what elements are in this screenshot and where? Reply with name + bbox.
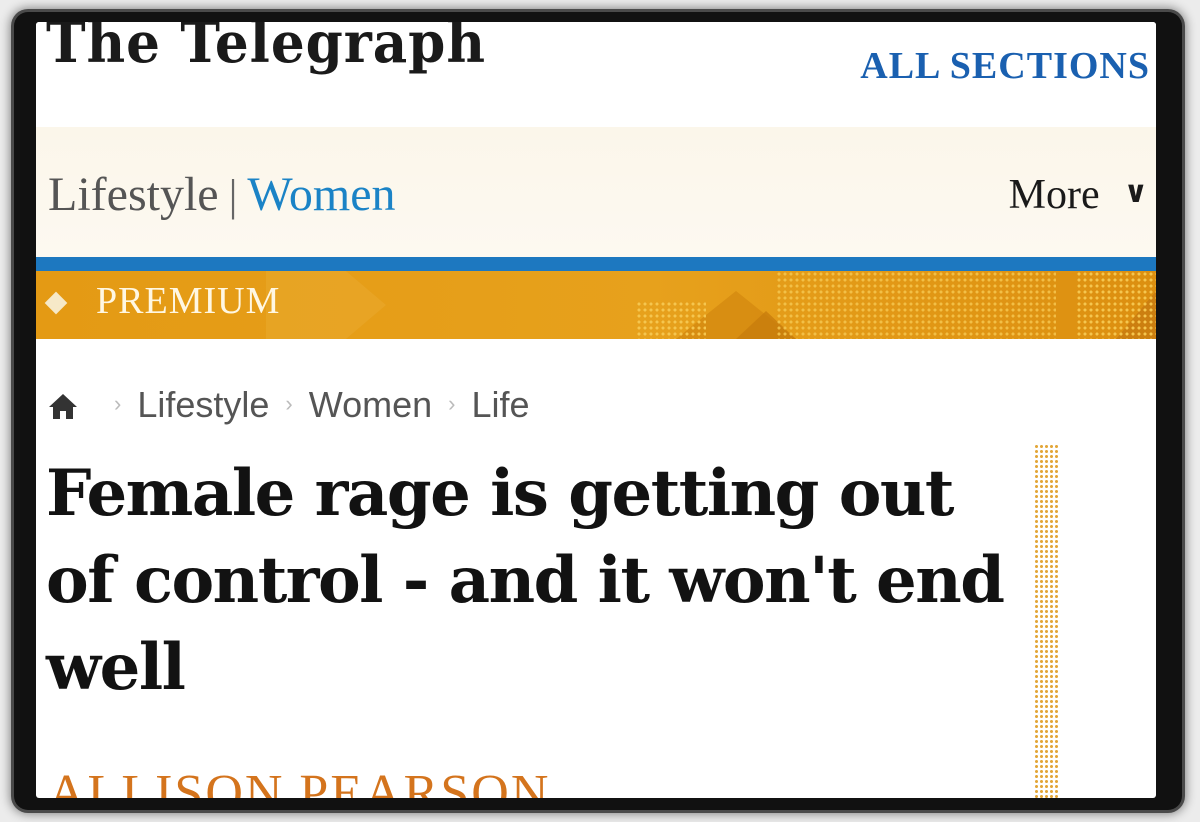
- decorative-dot-column: [1034, 444, 1060, 798]
- section-title: Lifestyle | Women: [48, 167, 396, 222]
- all-sections-link[interactable]: ALL SECTIONS: [860, 44, 1150, 88]
- section-nav: Lifestyle | Women More ∨: [36, 127, 1156, 257]
- home-icon[interactable]: [48, 388, 78, 430]
- breadcrumb-women[interactable]: Women: [309, 384, 432, 425]
- more-menu-button[interactable]: More ∨: [1009, 171, 1148, 219]
- article-author[interactable]: ALLISON PEARSON: [48, 764, 550, 798]
- premium-banner: PREMIUM: [36, 271, 1156, 339]
- breadcrumb: › Lifestyle › Women › Life: [48, 384, 530, 426]
- section-divider: [36, 257, 1156, 271]
- chevron-right-icon: ›: [448, 391, 456, 416]
- premium-dots-center: [776, 271, 1056, 339]
- chevron-down-icon: ∨: [1123, 175, 1148, 210]
- section-separator: |: [228, 171, 238, 220]
- premium-dots-right: [1076, 271, 1156, 339]
- chevron-right-icon: ›: [285, 391, 293, 416]
- breadcrumb-lifestyle[interactable]: Lifestyle: [137, 384, 269, 425]
- page-screen: The Telegraph ALL SECTIONS Lifestyle | Wom…: [36, 22, 1156, 798]
- premium-dots-left: [636, 301, 706, 339]
- section-link-women[interactable]: Women: [247, 168, 395, 221]
- more-label: More: [1008, 172, 1100, 218]
- chevron-right-icon: ›: [114, 391, 122, 416]
- section-link-lifestyle[interactable]: Lifestyle: [48, 168, 219, 221]
- telegraph-logo[interactable]: The Telegraph: [46, 22, 486, 76]
- premium-label: PREMIUM: [96, 280, 281, 322]
- breadcrumb-life[interactable]: Life: [471, 384, 529, 425]
- masthead: The Telegraph ALL SECTIONS: [36, 22, 1156, 127]
- article-headline: Female rage is getting out of control - …: [46, 456, 1005, 705]
